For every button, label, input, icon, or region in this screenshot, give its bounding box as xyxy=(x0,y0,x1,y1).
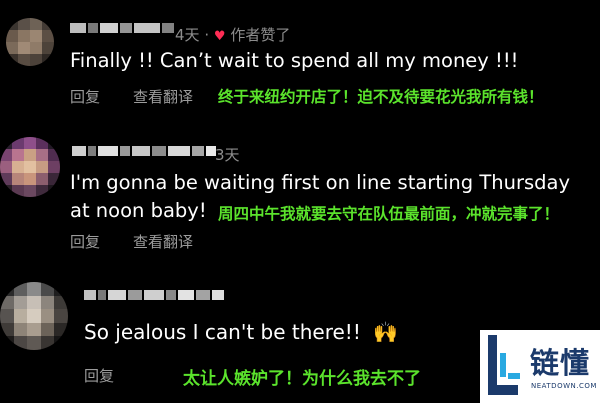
avatar[interactable] xyxy=(0,137,60,197)
comment-text-content: So jealous I can't be there!! xyxy=(84,320,361,344)
comment-time: 3天 xyxy=(215,146,240,164)
comment-text-line-1: I'm gonna be waiting first on line start… xyxy=(70,171,570,194)
reply-button[interactable]: 回复 xyxy=(70,231,100,252)
username-redacted[interactable] xyxy=(70,23,174,33)
meta-separator: · xyxy=(204,26,210,44)
username-redacted[interactable] xyxy=(84,290,224,300)
translate-button[interactable]: 查看翻译 xyxy=(133,86,193,107)
comment-meta: 4天 · ♥ 作者赞了 xyxy=(175,24,290,45)
logo-brand-cn: 链懂 xyxy=(530,346,591,380)
avatar[interactable] xyxy=(6,18,54,66)
comment-time: 4天 xyxy=(175,26,200,44)
logo-brand-en: NEATDOWN.COM xyxy=(531,382,597,390)
logo-mark-icon xyxy=(488,335,520,395)
comment-text: Finally !! Can’t wait to spend all my mo… xyxy=(70,49,519,72)
translate-button[interactable]: 查看翻译 xyxy=(133,231,193,252)
raised-hands-icon: 🙌 xyxy=(373,320,399,344)
reply-button[interactable]: 回复 xyxy=(84,365,114,386)
heart-icon: ♥ xyxy=(213,29,226,44)
author-liked-label: 作者赞了 xyxy=(230,26,291,44)
translation-caption: 太让人嫉妒了！为什么我去不了 xyxy=(183,369,421,389)
avatar[interactable] xyxy=(0,282,68,350)
watermark-logo: 链懂 NEATDOWN.COM xyxy=(480,330,600,403)
translation-caption: 周四中午我就要去守在队伍最前面，冲就完事了！ xyxy=(218,205,560,223)
reply-button[interactable]: 回复 xyxy=(70,86,100,107)
translation-caption: 终于来纽约开店了！迫不及待要花光我所有钱！ xyxy=(218,88,544,106)
comment-text-line-2: at noon baby! xyxy=(70,199,207,222)
username-redacted[interactable] xyxy=(72,146,216,156)
comment-text: So jealous I can't be there!! 🙌 xyxy=(84,320,398,344)
